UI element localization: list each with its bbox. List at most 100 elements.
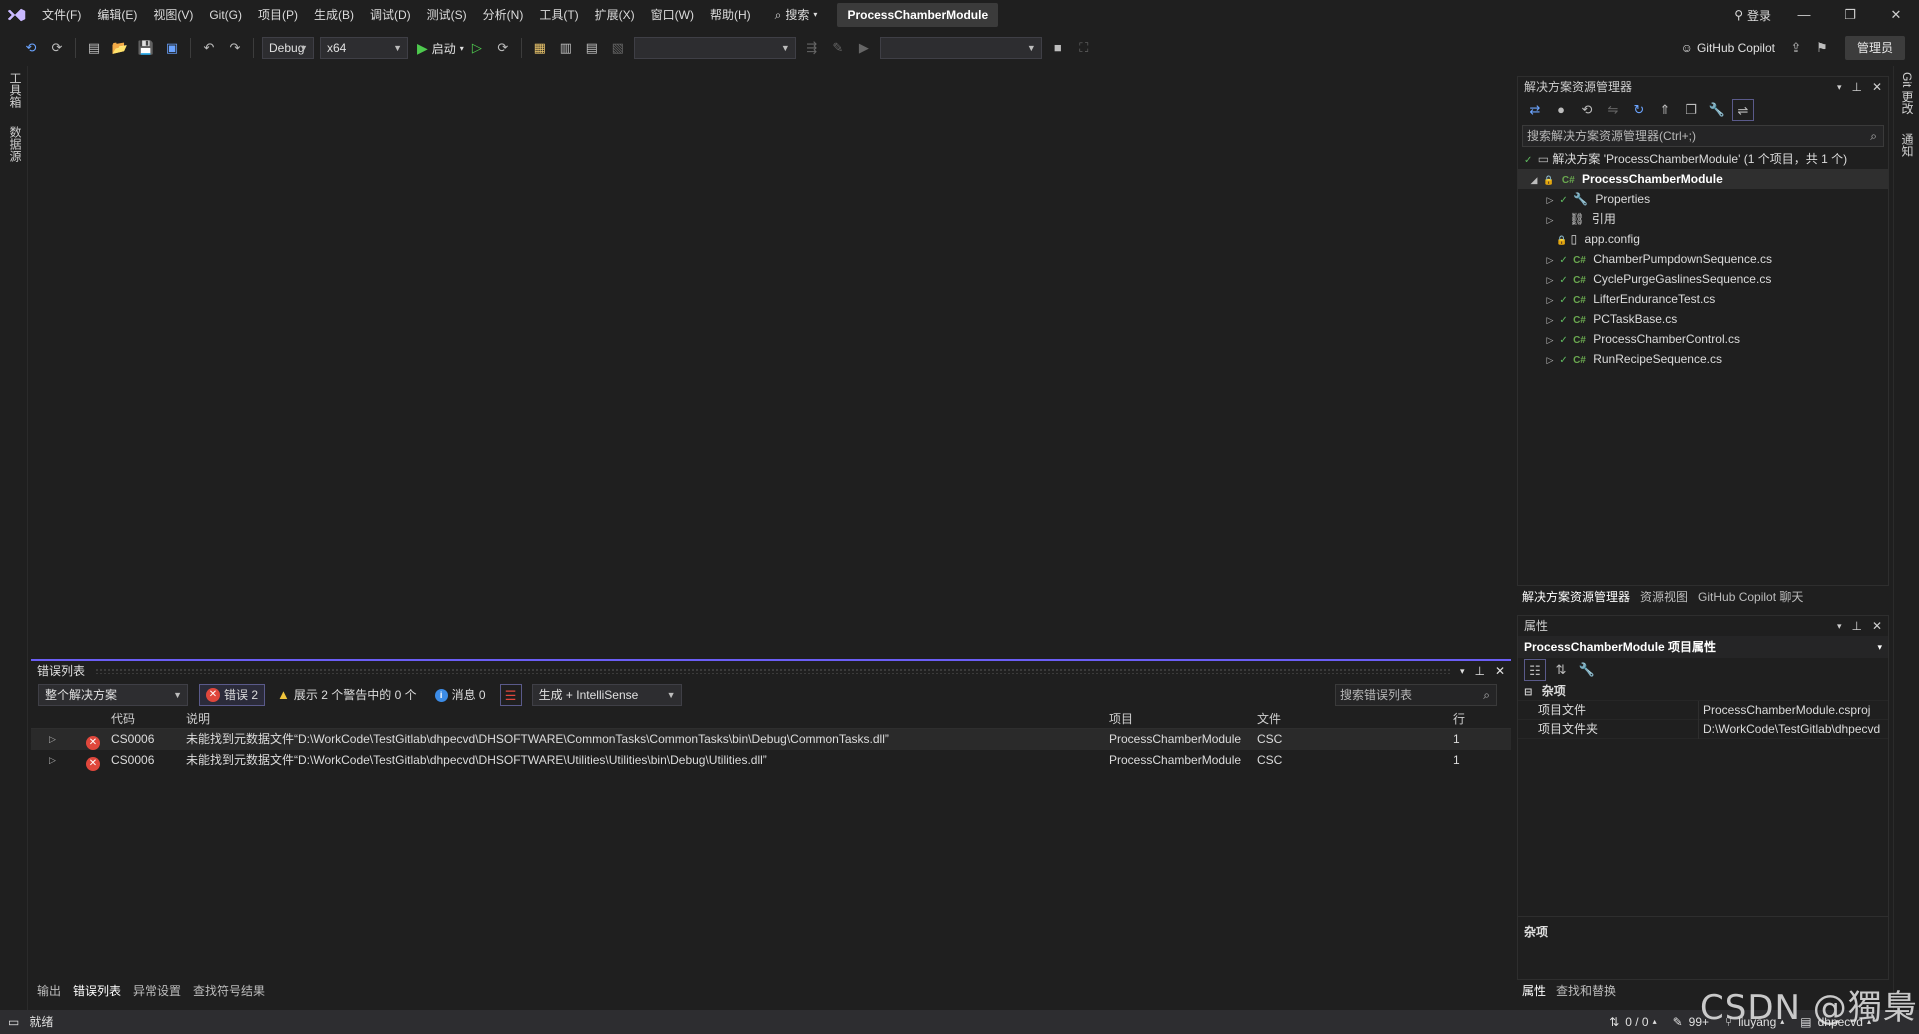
collapsed-icon[interactable]: ▷ [1544, 330, 1556, 350]
feedback-icon[interactable]: ⚑ [1811, 37, 1833, 59]
pin-icon[interactable]: ⊥ [1851, 77, 1861, 97]
column-header-code[interactable]: 代码 [111, 709, 135, 729]
menu-project[interactable]: 项目(P) [250, 0, 306, 30]
expand-row-icon[interactable]: ▷ [49, 750, 56, 771]
property-row[interactable]: 项目文件夹 D:\WorkCode\TestGitlab\dhpecvd [1518, 720, 1888, 739]
tab-resource-view[interactable]: 资源视图 [1635, 586, 1693, 608]
tree-item-cs-file[interactable]: ▷ ✓ C# PCTaskBase.cs [1518, 309, 1888, 329]
properties-object-selector[interactable]: ProcessChamberModule 项目属性 ▾ [1518, 636, 1888, 658]
tab-copilot-chat[interactable]: GitHub Copilot 聊天 [1693, 586, 1808, 608]
column-header-project[interactable]: 项目 [1109, 709, 1133, 729]
datasource-tab[interactable]: 数据源 [7, 120, 24, 168]
tree-item-appconfig[interactable]: 🔒 ▯ app.config [1518, 229, 1888, 249]
tab-find-replace[interactable]: 查找和替换 [1551, 980, 1621, 1002]
home-icon[interactable]: ● [1550, 99, 1572, 121]
close-icon[interactable]: ✕ [1872, 616, 1882, 636]
collapsed-icon[interactable]: ▷ [1544, 310, 1556, 330]
save-all-icon[interactable]: ▣ [161, 37, 183, 59]
tab-exception-settings[interactable]: 异常设置 [127, 980, 187, 1002]
share-icon[interactable]: ⇪ [1785, 37, 1807, 59]
chevron-down-icon[interactable]: ▾ [1837, 77, 1842, 97]
collapse-icon[interactable]: ⊟ [1524, 687, 1532, 698]
browser-link-icon[interactable]: ▦ [529, 37, 551, 59]
run-icon[interactable]: ▶ [853, 37, 875, 59]
menu-window[interactable]: 窗口(W) [643, 0, 702, 30]
start-button[interactable]: ▶ 启动 ▾ [417, 40, 464, 57]
menu-view[interactable]: 视图(V) [145, 0, 201, 30]
switch-views-icon[interactable]: ⇄ [1524, 99, 1546, 121]
column-header-desc[interactable]: 说明 [186, 709, 210, 729]
new-project-icon[interactable]: ▤ [83, 37, 105, 59]
scope-combo[interactable]: 整个解决方案 ▼ [38, 684, 188, 706]
solution-search-input[interactable]: 搜索解决方案资源管理器(Ctrl+;) ⌕ [1522, 125, 1884, 147]
back-icon[interactable]: ⟲ [20, 37, 42, 59]
save-icon[interactable]: 💾 [135, 37, 157, 59]
tree-item-cs-file[interactable]: ▷ ✓ C# ChamberPumpdownSequence.cs [1518, 249, 1888, 269]
collapsed-icon[interactable]: ▷ [1544, 190, 1556, 210]
tree-item-cs-file[interactable]: ▷ ✓ C# RunRecipeSequence.cs [1518, 349, 1888, 369]
error-row[interactable]: ▷ ✕ CS0006 未能找到元数据文件“D:\WorkCode\TestGit… [31, 750, 1511, 771]
pin-icon[interactable]: ⊥ [1474, 661, 1484, 681]
menu-debug[interactable]: 调试(D) [362, 0, 419, 30]
function-combo[interactable]: ▼ [879, 37, 1042, 59]
column-header-file[interactable]: 文件 [1257, 709, 1281, 729]
tree-item-references[interactable]: ▷ ⛓ 引用 [1518, 209, 1888, 229]
preview-icon[interactable]: ⇌ [1732, 99, 1754, 121]
redo-icon[interactable]: ↷ [224, 37, 246, 59]
comment-icon[interactable]: ▤ [581, 37, 603, 59]
column-header-line[interactable]: 行 [1453, 709, 1465, 729]
tree-item-cs-file[interactable]: ▷ ✓ C# ProcessChamberControl.cs [1518, 329, 1888, 349]
close-window-button[interactable]: ✕ [1873, 0, 1919, 30]
messages-filter-button[interactable]: i 消息 0 [429, 684, 492, 706]
layout-icon[interactable]: ▥ [555, 37, 577, 59]
show-all-files-icon[interactable]: ❐ [1680, 99, 1702, 121]
collapse-all-icon[interactable]: ⇑ [1654, 99, 1676, 121]
property-row[interactable]: 项目文件 ProcessChamberModule.csproj [1518, 701, 1888, 720]
error-row[interactable]: ▷ ✕ CS0006 未能找到元数据文件“D:\WorkCode\TestGit… [31, 729, 1511, 750]
filter-icon[interactable]: ☰ [499, 684, 522, 706]
uncomment-icon[interactable]: ▧ [607, 37, 629, 59]
chevron-down-icon[interactable]: ▾ [1460, 661, 1465, 681]
tab-properties[interactable]: 属性 [1517, 980, 1551, 1002]
toolbox-tab[interactable]: 工具箱 [7, 66, 24, 114]
tree-solution[interactable]: ✓ ▭ 解决方案 'ProcessChamberModule' (1 个项目，共… [1518, 149, 1888, 169]
open-folder-icon[interactable]: 📂 [109, 37, 131, 59]
notifications-tab[interactable]: 通知 [1899, 127, 1916, 163]
hot-reload-icon[interactable]: ⟳ [492, 37, 514, 59]
forward-icon[interactable]: ⟳ [46, 37, 68, 59]
pin-icon[interactable]: ⊥ [1851, 616, 1861, 636]
tree-item-cs-file[interactable]: ▷ ✓ C# LifterEnduranceTest.cs [1518, 289, 1888, 309]
error-search-input[interactable]: 搜索错误列表 ⌕ [1335, 684, 1497, 706]
drag-grip[interactable] [95, 668, 1450, 674]
git-changes-tab[interactable]: Git 更改 [1899, 66, 1916, 121]
attach-icon[interactable]: ⛶ [1073, 37, 1095, 59]
vs-logo-icon[interactable] [0, 0, 34, 30]
categorized-icon[interactable]: ☷ [1524, 659, 1546, 681]
copilot-button[interactable]: ☺ GitHub Copilot [1681, 41, 1775, 55]
platform-combo[interactable]: x64 ▼ [320, 37, 408, 59]
sync-status[interactable]: ⇅ 0 / 0 ▴ [1601, 1010, 1664, 1034]
pen-icon[interactable]: ✎ [827, 37, 849, 59]
menu-edit[interactable]: 编辑(E) [89, 0, 145, 30]
properties-icon[interactable]: 🔧 [1706, 99, 1728, 121]
config-combo[interactable]: Debug ▼ [262, 37, 314, 59]
step-icon[interactable]: ⇶ [801, 37, 823, 59]
restore-button[interactable]: ❐ [1827, 0, 1873, 30]
tree-item-properties[interactable]: ▷ ✓ 🔧 Properties [1518, 189, 1888, 209]
menu-test[interactable]: 测试(S) [419, 0, 475, 30]
menu-extensions[interactable]: 扩展(X) [587, 0, 643, 30]
property-pages-icon[interactable]: 🔧 [1576, 659, 1598, 681]
close-icon[interactable]: ✕ [1495, 661, 1505, 681]
warnings-filter-button[interactable]: ▲ 展示 2 个警告中的 0 个 [271, 684, 423, 706]
login-button[interactable]: ⚲ 登录 [1724, 7, 1781, 24]
target-combo[interactable]: ▼ [633, 37, 796, 59]
start-without-debug-icon[interactable]: ▷ [466, 37, 488, 59]
menu-git[interactable]: Git(G) [201, 0, 250, 30]
build-filter-combo[interactable]: 生成 + IntelliSense ▼ [531, 684, 682, 706]
collapsed-icon[interactable]: ▷ [1544, 270, 1556, 290]
menu-tools[interactable]: 工具(T) [531, 0, 586, 30]
errors-filter-button[interactable]: ✕ 错误 2 [199, 684, 266, 706]
minimize-button[interactable]: — [1781, 0, 1827, 30]
collapsed-icon[interactable]: ▷ [1544, 290, 1556, 310]
collapsed-icon[interactable]: ▷ [1544, 210, 1556, 230]
